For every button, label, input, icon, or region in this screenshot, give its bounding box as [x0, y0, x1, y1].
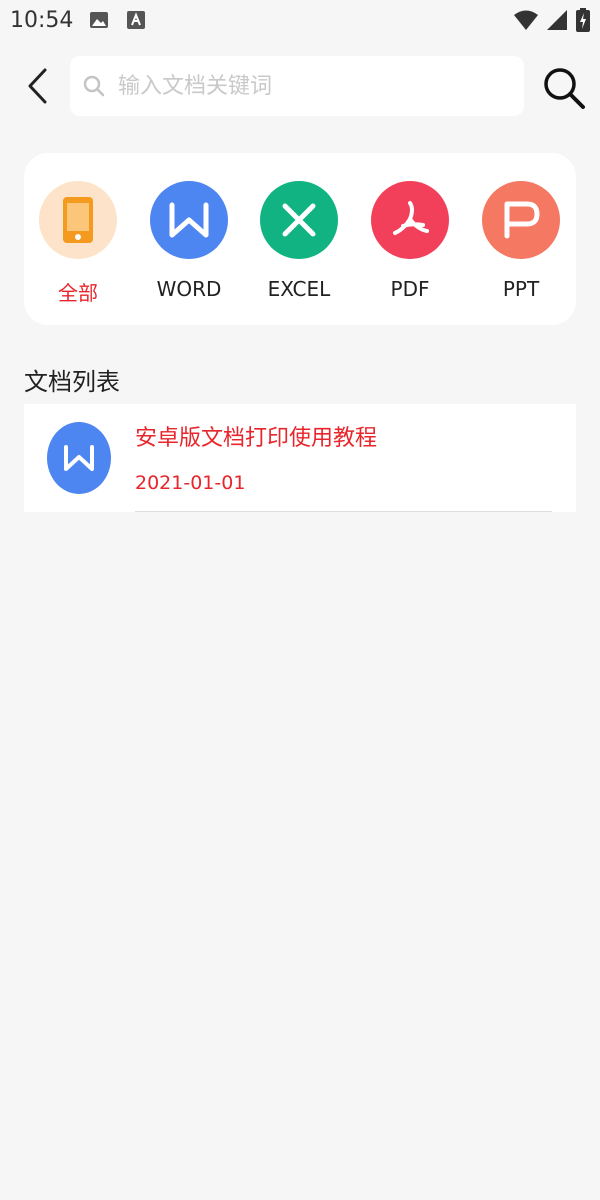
excel-icon [282, 203, 316, 237]
category-label: WORD [156, 277, 222, 301]
status-bar: 10:54 [0, 0, 600, 44]
image-icon [90, 12, 108, 28]
battery-icon [576, 8, 590, 32]
phone-icon [63, 197, 93, 243]
category-label: 全部 [58, 281, 98, 305]
category-all[interactable]: 全部 [33, 181, 123, 311]
category-circle [260, 181, 338, 259]
document-title: 安卓版文档打印使用教程 [135, 426, 378, 451]
pdf-icon [393, 201, 429, 235]
document-list: 安卓版文档打印使用教程 2021-01-01 [24, 404, 576, 512]
search-icon [544, 68, 585, 109]
search-input[interactable] [116, 72, 500, 100]
section-title: 文档列表 [24, 368, 120, 396]
search-field[interactable] [70, 56, 524, 116]
back-button[interactable] [20, 64, 56, 108]
search-icon [82, 74, 106, 98]
status-time: 10:54 [10, 8, 74, 33]
system-icons [514, 8, 590, 32]
document-date: 2021-01-01 [135, 472, 246, 494]
wifi-icon [514, 10, 538, 30]
category-excel[interactable]: EXCEL [254, 181, 344, 311]
search-button[interactable] [540, 64, 588, 112]
category-label: PPT [502, 277, 540, 301]
category-ppt[interactable]: PPT [476, 181, 566, 311]
category-circle [150, 181, 228, 259]
category-circle [39, 181, 117, 259]
word-icon [47, 422, 111, 494]
ppt-icon [504, 201, 540, 239]
signal-icon [547, 10, 567, 30]
divider [135, 511, 552, 512]
category-pdf[interactable]: PDF [365, 181, 455, 311]
category-word[interactable]: WORD [144, 181, 234, 311]
font-icon [127, 11, 145, 29]
category-label: EXCEL [267, 277, 331, 301]
top-bar [0, 54, 600, 118]
category-card: 全部 WORD EXCEL PDF PPT [24, 153, 576, 325]
word-icon [169, 202, 209, 238]
category-label: PDF [390, 277, 430, 301]
chevron-left-icon [28, 68, 47, 104]
category-circle [482, 181, 560, 259]
list-item[interactable]: 安卓版文档打印使用教程 2021-01-01 [24, 404, 576, 512]
category-circle [371, 181, 449, 259]
